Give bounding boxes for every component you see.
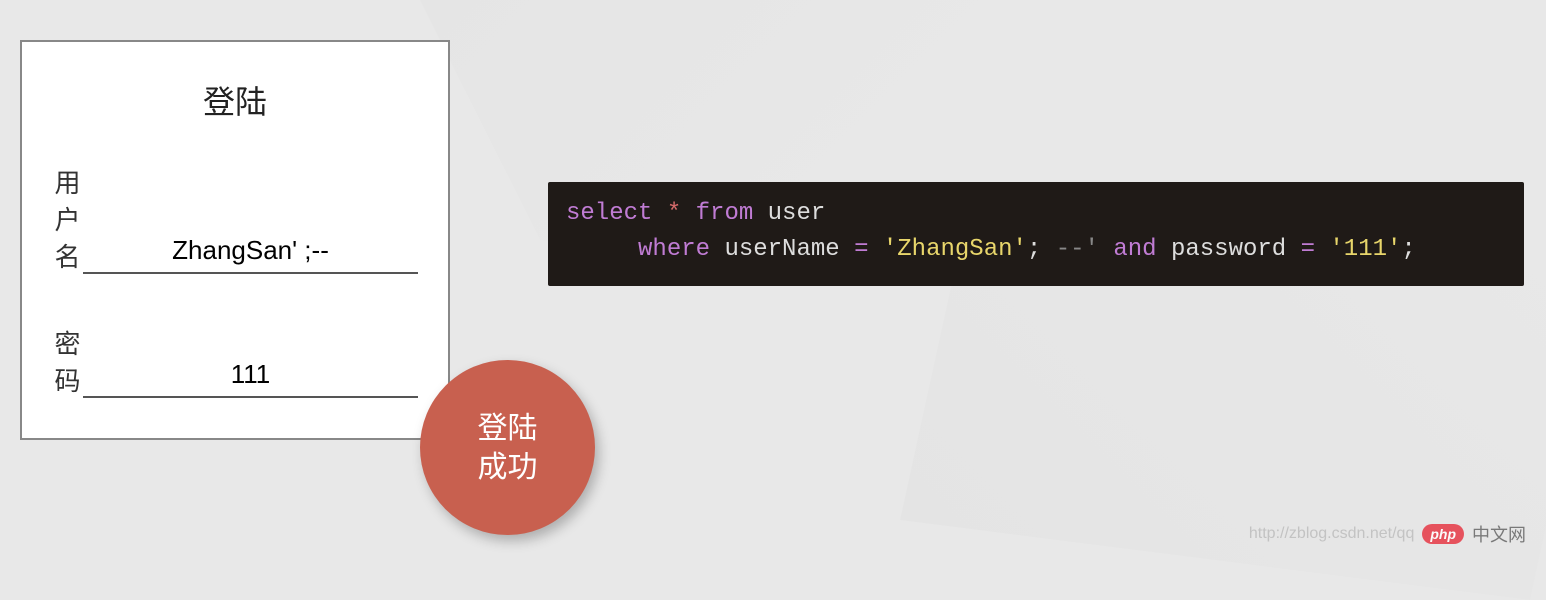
- password-label: 密码: [52, 324, 83, 398]
- sql-col-user: userName: [724, 236, 839, 263]
- username-row: 用户名: [52, 163, 418, 274]
- username-label: 用户名: [52, 163, 83, 274]
- sql-col-pass: password: [1171, 236, 1286, 263]
- sql-semi2: ;: [1401, 236, 1415, 263]
- sql-keyword-where: where: [638, 236, 710, 263]
- login-title: 登陆: [52, 77, 418, 123]
- sql-keyword-select: select: [566, 200, 652, 227]
- sql-table: user: [768, 200, 826, 227]
- sql-val-pass: '111': [1329, 236, 1401, 263]
- sql-semi: ;: [1027, 236, 1041, 263]
- sql-keyword-from: from: [696, 200, 754, 227]
- sql-val-user: 'ZhangSan': [883, 236, 1027, 263]
- watermark-url: http://zblog.csdn.net/qq: [1249, 525, 1414, 543]
- watermark: http://zblog.csdn.net/qq php 中文网: [1249, 521, 1526, 547]
- sql-indent: [566, 236, 638, 263]
- login-form: 登陆 用户名 密码: [20, 40, 450, 440]
- sql-comment: --': [1056, 236, 1099, 263]
- badge-line2: 成功: [478, 448, 538, 487]
- sql-star: *: [667, 200, 681, 227]
- badge-line1: 登陆: [478, 409, 538, 448]
- sql-code-block: select * from user where userName = 'Zha…: [548, 182, 1524, 286]
- login-success-badge: 登陆 成功: [420, 360, 595, 535]
- username-input[interactable]: [83, 235, 418, 274]
- sql-keyword-and: and: [1113, 236, 1156, 263]
- password-input[interactable]: [83, 359, 418, 398]
- watermark-logo: php: [1422, 524, 1464, 544]
- password-row: 密码: [52, 324, 418, 398]
- sql-eq2: =: [1301, 236, 1315, 263]
- watermark-text: 中文网: [1472, 521, 1526, 547]
- sql-eq: =: [854, 236, 868, 263]
